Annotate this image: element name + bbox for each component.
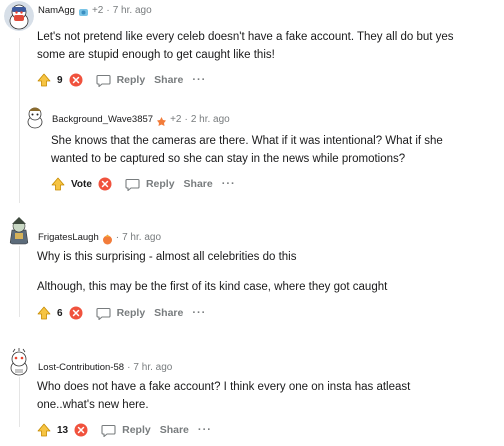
comment-paragraph: She knows that the cameras are there. Wh… — [51, 135, 443, 165]
downvote-icon[interactable] — [74, 423, 88, 437]
username[interactable]: FrigatesLaugh — [38, 232, 99, 243]
comment-paragraph: Let's not pretend like every celeb doesn… — [37, 31, 454, 61]
thread-line[interactable] — [19, 372, 20, 427]
flair-count: +2 — [170, 113, 182, 125]
separator-dot: · — [115, 231, 120, 243]
timestamp[interactable]: 2 hr. ago — [191, 114, 230, 125]
more-options-button[interactable]: ··· — [198, 424, 212, 436]
reply-button[interactable]: Reply — [101, 424, 151, 437]
reply-label: Reply — [145, 178, 175, 190]
more-options-button[interactable]: ··· — [192, 74, 206, 86]
comment-actions: 13 Reply Share ··· — [37, 422, 212, 438]
avatar[interactable] — [22, 104, 48, 130]
avatar[interactable] — [4, 216, 34, 246]
separator-dot: · — [127, 361, 131, 373]
downvote-icon[interactable] — [98, 177, 112, 191]
share-button[interactable]: Share — [154, 307, 183, 319]
timestamp[interactable]: 7 hr. ago — [113, 5, 152, 16]
reply-label: Reply — [116, 307, 146, 319]
comment-body: Who does not have a fake account? I thin… — [37, 378, 457, 414]
reply-button[interactable]: Reply — [96, 307, 146, 320]
username[interactable]: Lost-Contribution-58 — [38, 362, 124, 373]
comment-body: Let's not pretend like every celeb doesn… — [37, 28, 477, 64]
upvote-icon[interactable] — [37, 306, 51, 320]
upvote-icon[interactable] — [51, 177, 65, 191]
flair-icon — [156, 114, 167, 126]
reply-icon — [101, 424, 116, 437]
reply-button[interactable]: Reply — [96, 74, 146, 87]
reply-icon — [96, 74, 111, 87]
comment-paragraph: Why is this surprising - almost all cele… — [37, 251, 297, 263]
reply-button[interactable]: Reply — [125, 178, 175, 191]
reply-label: Reply — [116, 74, 146, 86]
comment-actions: Vote Reply Share ··· — [51, 176, 236, 192]
vote-score: 6 — [57, 307, 63, 319]
avatar[interactable] — [4, 1, 34, 31]
upvote-icon[interactable] — [37, 423, 51, 437]
comment-paragraph: Although, this may be the first of its k… — [37, 281, 388, 293]
reply-icon — [125, 178, 140, 191]
flair-icon — [78, 5, 89, 16]
downvote-icon[interactable] — [69, 306, 83, 320]
reply-label: Reply — [122, 424, 151, 436]
comment-actions: 9 Reply Share ··· — [37, 72, 206, 88]
separator-dot: · — [184, 113, 188, 125]
separator-dot: · — [106, 4, 110, 16]
share-button[interactable]: Share — [154, 74, 183, 86]
more-options-button[interactable]: ··· — [192, 307, 206, 319]
comment-actions: 6 Reply Share ··· — [37, 305, 206, 321]
flair-icon — [102, 232, 113, 244]
vote-score: 9 — [57, 74, 63, 86]
more-options-button[interactable]: ··· — [222, 178, 236, 190]
comment-body: She knows that the cameras are there. Wh… — [51, 132, 471, 168]
vote-score: 13 — [57, 424, 69, 436]
downvote-icon[interactable] — [69, 73, 83, 87]
thread-line[interactable] — [19, 38, 20, 203]
username[interactable]: NamAgg — [38, 5, 75, 16]
upvote-icon[interactable] — [37, 73, 51, 87]
share-button[interactable]: Share — [184, 178, 213, 190]
timestamp[interactable]: 7 hr. ago — [122, 232, 161, 243]
share-button[interactable]: Share — [160, 424, 189, 436]
timestamp[interactable]: 7 hr. ago — [133, 362, 172, 373]
flair-count: +2 — [91, 4, 104, 16]
comment-body: Why is this surprising - almost all cele… — [37, 248, 477, 296]
reply-icon — [96, 307, 111, 320]
thread-line[interactable] — [19, 242, 20, 317]
vote-label: Vote — [71, 178, 92, 190]
comment-paragraph: Who does not have a fake account? I thin… — [37, 381, 411, 411]
username[interactable]: Background_Wave3857 — [52, 114, 153, 125]
avatar[interactable] — [4, 347, 34, 377]
